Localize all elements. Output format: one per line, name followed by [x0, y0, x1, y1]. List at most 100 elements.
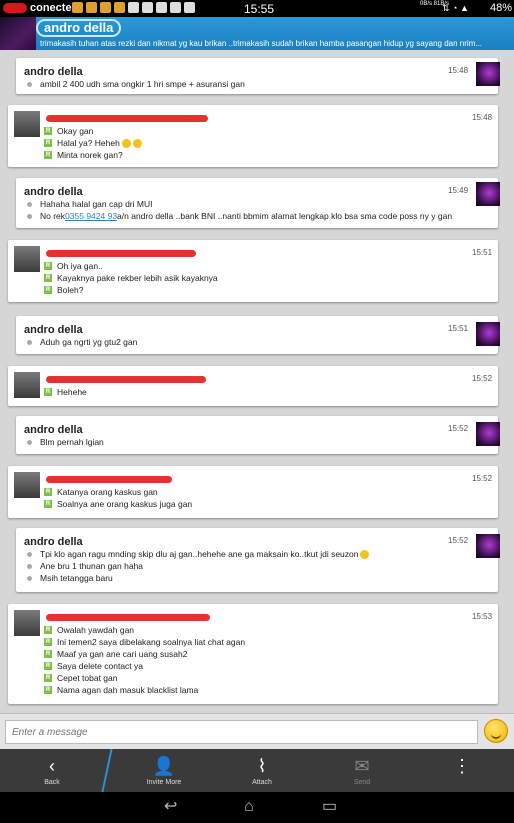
invite-more-button[interactable]: 👤 Invite More: [140, 749, 188, 792]
read-badge-icon: R: [44, 388, 52, 396]
message-time: 15:48: [472, 113, 493, 122]
cat-icon: [86, 2, 97, 13]
read-badge-icon: R: [44, 286, 52, 294]
avatar: [14, 472, 40, 498]
contact-avatar[interactable]: [0, 17, 36, 50]
bbm-send-icon: ✉: [354, 756, 370, 776]
message-bubble[interactable]: 15:48 R Okay gan R Halal ya? Heheh R Minta …: [8, 105, 498, 167]
chat-thread[interactable]: andro della 15:48 ambil 2 400 udh sma on…: [0, 50, 514, 713]
attach-button[interactable]: ⌇ Attach: [240, 749, 284, 792]
message-line: R Nama agan dah masuk blacklist lama: [44, 685, 199, 695]
phone-number-link[interactable]: 0355 9424 93: [65, 210, 117, 222]
image-icon: [156, 2, 167, 13]
message-line: Aduh ga ngrti yg gtu2 gan: [24, 336, 137, 348]
message-time: 15:51: [448, 324, 469, 333]
carrier-redaction: [3, 3, 27, 13]
read-badge-icon: R: [44, 626, 52, 634]
message-bubble[interactable]: andro della 15:49 Hahaha halal gan cap d…: [16, 178, 500, 228]
chat-header[interactable]: andro della trimakasih tuhan atas rezki …: [0, 17, 514, 50]
delivered-dot-icon: [27, 213, 32, 219]
emoji-icon: [121, 138, 131, 148]
read-badge-icon: R: [44, 139, 52, 147]
message-line: R Saya delete contact ya: [44, 661, 144, 671]
sender-redaction: [46, 376, 206, 383]
read-badge-icon: R: [44, 500, 52, 508]
sender-name: andro della: [24, 66, 83, 78]
message-line: R Soalnya ane orang kaskus juga gan: [44, 499, 193, 509]
avatar: [14, 111, 40, 137]
message-time: 15:52: [472, 474, 493, 483]
message-line: R Okay gan: [44, 126, 94, 136]
read-badge-icon: R: [44, 686, 52, 694]
avatar: [476, 534, 500, 558]
message-line: Tpi klo agan ragu mnding skip dlu aj gan…: [24, 548, 370, 560]
read-badge-icon: R: [44, 650, 52, 658]
cat-icon: [114, 2, 125, 13]
chevron-left-icon: ‹: [49, 756, 55, 776]
message-bubble[interactable]: 15:52 R Hehehe: [8, 366, 498, 406]
sender-name: andro della: [24, 186, 83, 198]
avatar: [14, 372, 40, 398]
delivered-dot-icon: [27, 551, 32, 557]
message-line: Hahaha halal gan cap dri MUI: [24, 198, 452, 210]
delivered-dot-icon: [27, 439, 32, 445]
avatar: [476, 422, 500, 446]
status-bar: conected 15:55 0B/s 81B/s ⇅ ◔ ▲ 48%: [0, 0, 514, 17]
delivered-dot-icon: [27, 81, 32, 87]
message-line: R Owalah yawdah gan: [44, 625, 135, 635]
avatar: [476, 182, 500, 206]
emoji-icon: [132, 138, 142, 148]
message-bubble[interactable]: 15:53 R Owalah yawdah gan R Ini temen2 say…: [8, 604, 498, 704]
home-nav-icon[interactable]: ⌂: [244, 797, 254, 817]
recent-apps-icon[interactable]: ▭: [322, 797, 337, 817]
delivered-dot-icon: [27, 563, 32, 569]
sender-redaction: [46, 476, 172, 483]
message-line: Blm pernah lgian: [24, 436, 104, 448]
contact-name[interactable]: andro della: [36, 19, 122, 37]
read-badge-icon: R: [44, 638, 52, 646]
send-button[interactable]: ✉ Send: [340, 749, 384, 792]
mail-icon: [170, 2, 181, 13]
emoji-picker-button[interactable]: [484, 719, 508, 743]
message-time: 15:51: [472, 248, 493, 257]
message-time: 15:52: [448, 424, 469, 433]
message-time: 15:53: [472, 612, 493, 621]
more-vertical-icon: ⋮: [453, 756, 471, 776]
contact-status: trimakasih tuhan atas rezki dan nikmat y…: [40, 39, 483, 48]
message-line: R Boleh?: [44, 285, 84, 295]
message-line: R Katanya orang kaskus gan: [44, 487, 158, 497]
sender-name: andro della: [24, 324, 83, 336]
read-badge-icon: R: [44, 127, 52, 135]
back-nav-icon[interactable]: ↩: [164, 797, 177, 817]
message-bubble[interactable]: andro della 15:48 ambil 2 400 udh sma on…: [16, 58, 500, 94]
message-bubble[interactable]: andro della 15:52 Tpi klo agan ragu mndi…: [16, 528, 500, 592]
back-button[interactable]: ‹ Back: [30, 749, 74, 792]
sender-name: andro della: [24, 424, 83, 436]
sender-name: andro della: [24, 536, 83, 548]
paperclip-icon: ⌇: [257, 756, 267, 776]
message-bubble[interactable]: 15:51 R Oh iya gan.. R Kayaknya pake rekbe…: [8, 240, 498, 302]
message-line: No rek 0355 9424 93 a/n andro della ..ba…: [24, 210, 452, 222]
sender-redaction: [46, 614, 210, 621]
message-line: R Hehehe: [44, 387, 87, 397]
cat-icon: [72, 2, 83, 13]
avatar: [476, 322, 500, 346]
message-line: R Minta norek gan?: [44, 150, 123, 160]
avatar: [476, 62, 500, 86]
delivered-dot-icon: [27, 339, 32, 345]
message-line: R Cepet tobat gan: [44, 673, 118, 683]
notification-icons: [72, 2, 195, 13]
emoji-icon: [360, 549, 370, 559]
message-input[interactable]: [5, 720, 478, 744]
download-icon: [184, 2, 195, 13]
message-bubble[interactable]: andro della 15:51 Aduh ga ngrti yg gtu2 …: [16, 316, 500, 354]
delivered-dot-icon: [27, 201, 32, 207]
message-line: Msih tetangga baru: [24, 572, 369, 584]
read-badge-icon: R: [44, 262, 52, 270]
message-time: 15:52: [472, 374, 493, 383]
overflow-menu-button[interactable]: ⋮: [452, 749, 472, 792]
cat-icon: [100, 2, 111, 13]
message-bubble[interactable]: andro della 15:52 Blm pernah lgian: [16, 416, 500, 454]
message-bubble[interactable]: 15:52 R Katanya orang kaskus gan R Soalnya…: [8, 466, 498, 518]
delivered-dot-icon: [27, 575, 32, 581]
